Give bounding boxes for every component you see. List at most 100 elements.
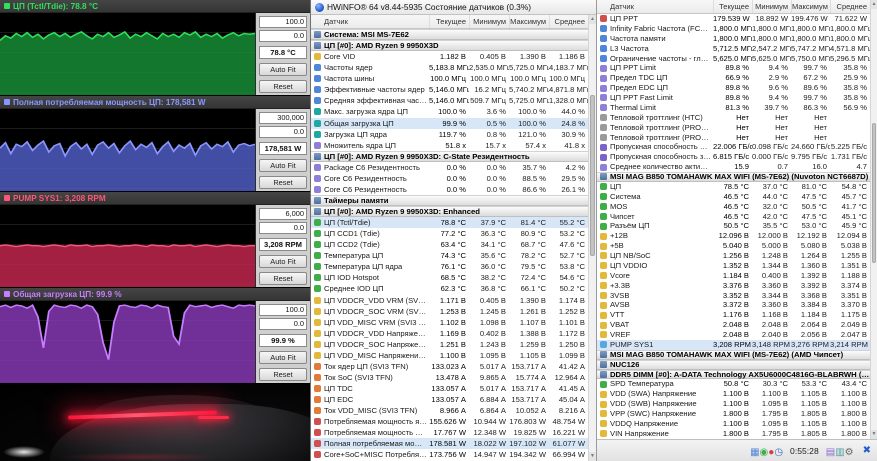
reset-button[interactable]: Reset <box>259 368 307 381</box>
graph-panel-header[interactable]: ЦП (Tctl/Tdie): 78.8 °C <box>0 0 310 13</box>
sensor-row[interactable]: Core VID1.182 В0.405 В1.390 В1.186 В <box>311 51 588 62</box>
log-icon[interactable]: ▤ <box>826 447 835 458</box>
sensor-row[interactable]: ЦП CCD1 (Tdie)77.2 °C36.3 °C80.9 °C53.2 … <box>311 228 588 239</box>
sensor-graph[interactable] <box>0 13 256 95</box>
section-row[interactable]: ЦП [#0]: AMD Ryzen 9 9950X3D <box>311 40 588 51</box>
sensor-row[interactable]: ЦП VDDCR_SOC VRM (SVI3 TFN)1.253 В1.245 … <box>311 306 588 317</box>
sensor-row[interactable]: ЦП VDDCR_VDD VRM (SVI3 TFN)1.171 В0.405 … <box>311 295 588 306</box>
sensor-graph[interactable] <box>0 205 256 287</box>
scale-max-input[interactable]: 6,000 <box>259 208 307 220</box>
sensor-graph[interactable] <box>0 109 256 191</box>
sensor-row[interactable]: ЦП EDC133.057 А6.884 А153.717 А45.04 А <box>311 394 588 405</box>
scale-min-input[interactable]: 0.0 <box>259 318 307 330</box>
column-sensor[interactable]: Датчик <box>324 17 429 26</box>
sensor-row[interactable]: VDD (SWA) Напряжение1.100 В1.100 В1.105 … <box>597 389 870 399</box>
sensor-row[interactable]: Тепловой троттлинг (HTC)НетНетНет <box>597 113 870 123</box>
auto-fit-button[interactable]: Auto Fit <box>259 351 307 364</box>
vertical-scrollbar[interactable]: ▲ ▼ <box>870 0 877 439</box>
column-current[interactable]: Текущее <box>429 15 469 28</box>
sensor-row[interactable]: Загрузка ЦП ядра119.7 %0.8 %121.0 %30.9 … <box>311 129 588 140</box>
report-icon[interactable]: ▥ <box>835 447 844 458</box>
table-icon[interactable]: ▦ <box>750 447 759 458</box>
sensor-row[interactable]: Пропускная способность записи DRAM6.815 … <box>597 152 870 162</box>
reset-button[interactable]: Reset <box>259 272 307 285</box>
sensor-row[interactable]: SPD Температура50.8 °C30.3 °C53.3 °C43.4… <box>597 379 870 389</box>
sensor-row[interactable]: Package C6 Резидентность0.0 %0.0 %35.7 %… <box>311 162 588 173</box>
auto-fit-button[interactable]: Auto Fit <box>259 159 307 172</box>
sensor-row[interactable]: ЦП VDD_MISC Напряжение (SVI3 TFN)1.100 В… <box>311 350 588 361</box>
sensor-row[interactable]: Thermal Limit81.3 %39.7 %86.3 %56.9 % <box>597 103 870 113</box>
close-icon[interactable]: ✖ <box>863 445 871 456</box>
sensor-row[interactable]: Эффективные частоты ядер5,146.0 МГц16.2 … <box>311 84 588 95</box>
sensor-row[interactable]: Потребляемая мощность ядер155.626 W10.94… <box>311 416 588 427</box>
clock-icon[interactable]: ◷ <box>774 447 783 458</box>
sensor-row[interactable]: Частоты ядер5,183.8 МГц2,535.0 МГц5,725.… <box>311 62 588 73</box>
sensor-row[interactable]: +3.3В3.376 В3.360 В3.392 В3.374 В <box>597 281 870 291</box>
section-row[interactable]: ЦП [#0]: AMD Ryzen 9 9950X3D: Enhanced <box>311 206 588 217</box>
vertical-scrollbar[interactable]: ▲ ▼ <box>588 15 596 461</box>
sensor-row[interactable]: Core C6 Резидентность0.0 %0.0 %88.5 %29.… <box>311 173 588 184</box>
scale-max-input[interactable]: 300,000 <box>259 112 307 124</box>
section-row[interactable]: NUC126 <box>597 360 870 370</box>
sensor-row[interactable]: ЦП VDD_MISC VRM (SVI3 TFN)1.102 В1.098 В… <box>311 317 588 328</box>
sensor-row[interactable]: Ток ядер ЦП (SVI3 TFN)133.023 А5.017 А15… <box>311 361 588 372</box>
graph-panel-header[interactable]: Полная потребляемая мощность ЦП: 178,581… <box>0 96 310 109</box>
sensor-row[interactable]: +12В12.096 В12.000 В12.192 В12.094 В <box>597 231 870 241</box>
sensor-row[interactable]: Core C6 Резидентность0.0 %0.0 %86.6 %26.… <box>311 184 588 195</box>
reset-button[interactable]: Reset <box>259 176 307 189</box>
sensor-row[interactable]: Разъём ЦП50.5 °C35.5 °C53.0 °C45.9 °C <box>597 221 870 231</box>
sensor-row[interactable]: Ток VDD_MISC (SVI3 TFN)8.966 А6.864 А10.… <box>311 405 588 416</box>
scale-max-input[interactable]: 100.0 <box>259 16 307 28</box>
scroll-up-arrow[interactable]: ▲ <box>871 0 877 9</box>
sensor-row[interactable]: Среднее количество активных ядер15.90.71… <box>597 162 870 172</box>
sensor-graph[interactable] <box>0 301 256 383</box>
auto-fit-button[interactable]: Auto Fit <box>259 63 307 76</box>
sensor-row[interactable]: Потребляемая мощность SoC17.767 W12.348 … <box>311 427 588 438</box>
sensor-row[interactable]: Предел TDC ЦП66.9 %2.9 %67.2 %25.9 % <box>597 73 870 83</box>
sensor-row[interactable]: ЦП NB/SoC1.256 В1.248 В1.264 В1.255 В <box>597 251 870 261</box>
sensor-row[interactable]: ЦП (Tctl/Tdie)78.8 °C37.9 °C81.4 °C55.2 … <box>311 217 588 228</box>
sensor-row[interactable]: VTT1.176 В1.168 В1.184 В1.175 В <box>597 310 870 320</box>
scale-min-input[interactable]: 0.0 <box>259 30 307 42</box>
section-row[interactable]: Таймеры памяти <box>311 195 588 206</box>
column-sensor[interactable]: Датчик <box>610 2 713 11</box>
sensor-row[interactable]: VPP (SWC) Напряжение1.800 В1.795 В1.805 … <box>597 409 870 419</box>
sensor-row[interactable]: Ток SoC (SVI3 TFN)13.478 А9.865 А15.774 … <box>311 372 588 383</box>
sensor-row[interactable]: ЦП PPT179.539 W18.892 W199.476 W71.622 W <box>597 14 870 24</box>
scrollbar-thumb[interactable] <box>872 123 876 263</box>
section-row[interactable]: Система: MSI MS-7E62 <box>311 29 588 40</box>
sensor-row[interactable]: ЦП TDC133.057 А5.017 А153.717 А41.45 А <box>311 383 588 394</box>
column-avg[interactable]: Среднее <box>830 0 870 13</box>
sensor-row[interactable]: Макс. загрузка ядра ЦП100.0 %3.6 %100.0 … <box>311 106 588 117</box>
window-titlebar[interactable]: HWiNFO® 64 v8.44-5935 Состояние датчиков… <box>311 0 596 15</box>
sensor-row[interactable]: Температура ЦП74.3 °C35.6 °C78.2 °C52.7 … <box>311 250 588 261</box>
section-row[interactable]: ЦП [#0]: AMD Ryzen 9 9950X3D: C-State Ре… <box>311 151 588 162</box>
sensor-row[interactable]: Предел EDC ЦП89.8 %9.6 %89.6 %35.8 % <box>597 83 870 93</box>
column-min[interactable]: Минимум <box>469 15 509 28</box>
sensor-row[interactable]: 3VSB3.352 В3.344 В3.368 В3.351 В <box>597 291 870 301</box>
scroll-up-arrow[interactable]: ▲ <box>589 15 596 24</box>
sensor-row[interactable]: Тепловой троттлинг (PROCHOT EXT)НетНетНе… <box>597 123 870 133</box>
sensor-row[interactable]: Общая загрузка ЦП99.9 %0.5 %100.0 %24.8 … <box>311 118 588 129</box>
scale-min-input[interactable]: 0.0 <box>259 222 307 234</box>
sensor-row[interactable]: Пропускная способность чтения DRAM22.006… <box>597 142 870 152</box>
sensor-row[interactable]: Температура ЦП ядра76.1 °C36.0 °C79.5 °C… <box>311 261 588 272</box>
sensor-row[interactable]: ЦП IOD Hotspot68.5 °C38.2 °C72.4 °C54.6 … <box>311 272 588 283</box>
sensor-row[interactable]: ЦП VDDCR_VDD Напряжение (SVI3 TFN)1.169 … <box>311 328 588 339</box>
sensor-row[interactable]: Средняя эффективная частота5,146.0 МГц50… <box>311 95 588 106</box>
sensor-row[interactable]: AVSB3.372 В3.360 В3.384 В3.370 В <box>597 300 870 310</box>
sensor-row[interactable]: Vcore1.184 В0.400 В1.392 В1.188 В <box>597 271 870 281</box>
sensor-row[interactable]: VIN Напряжение1.800 В1.795 В1.805 В1.800… <box>597 429 870 439</box>
sensor-row[interactable]: Множитель ядра ЦП51.8 x15.7 x57.4 x41.8 … <box>311 140 588 151</box>
graph-panel-header[interactable]: Общая загрузка ЦП: 99.9 % <box>0 288 310 301</box>
reset-button[interactable]: Reset <box>259 80 307 93</box>
sensor-row[interactable]: Тепловой троттлинг (PROCHOT INT)НетНетНе… <box>597 133 870 143</box>
sensor-row[interactable]: +5В5.040 В5.000 В5.080 В5.038 В <box>597 241 870 251</box>
sensor-row[interactable]: ЦП PPT Fast Limit89.8 %9.4 %99.7 %35.8 % <box>597 93 870 103</box>
scrollbar-thumb[interactable] <box>590 95 595 256</box>
sensor-row[interactable]: VREF2.048 В2.040 В2.056 В2.047 В <box>597 330 870 340</box>
section-row[interactable]: MSI MAG B850 TOMAHAWK MAX WIFI (MS-7E62)… <box>597 172 870 182</box>
sensor-row[interactable]: ЦП PPT Limit89.8 %9.4 %99.7 %35.8 % <box>597 63 870 73</box>
sensors-icon[interactable]: ◉ <box>760 447 769 458</box>
sensor-row[interactable]: Core+SoC+MISC Потребляемая мощность173.7… <box>311 449 588 460</box>
